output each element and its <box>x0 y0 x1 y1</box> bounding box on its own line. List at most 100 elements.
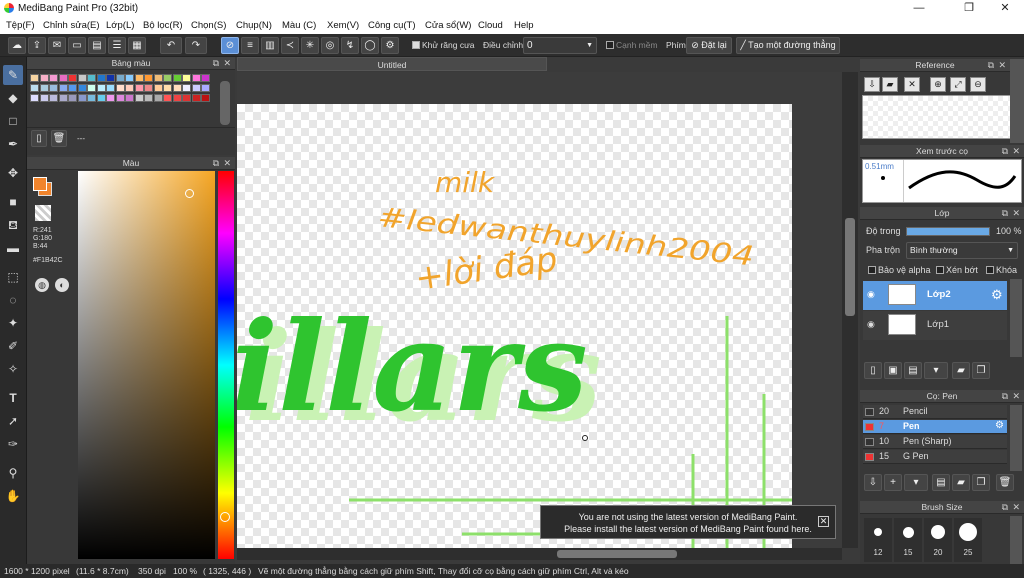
close-icon[interactable]: ✕ <box>1012 501 1020 514</box>
brush-tool-icon[interactable]: ✎ <box>3 65 23 85</box>
color-swatch[interactable] <box>172 74 182 82</box>
sv-cursor[interactable] <box>185 189 194 198</box>
undo-icon[interactable]: ↶ <box>160 37 182 54</box>
select-rect-icon[interactable]: ⬚ <box>3 267 23 287</box>
new-8bit-layer-icon[interactable]: ▤ <box>904 362 922 379</box>
close-icon[interactable]: ✕ <box>1012 145 1020 158</box>
protect-alpha-checkbox[interactable]: Bảo vệ alpha <box>868 263 931 277</box>
color-swatch[interactable] <box>115 84 125 92</box>
update-notice[interactable]: You are not using the latest version of … <box>540 505 836 539</box>
eye-icon[interactable]: ◉ <box>867 319 875 330</box>
color-swatch[interactable] <box>58 94 68 102</box>
new-layer-icon[interactable]: ▯ <box>864 362 882 379</box>
redo-icon[interactable]: ↷ <box>185 37 207 54</box>
color-swatch[interactable] <box>172 94 182 102</box>
color-swatch[interactable] <box>30 84 39 92</box>
menu-window[interactable]: Cửa sổ(W) <box>425 20 471 31</box>
snap-curve-icon[interactable]: ↯ <box>341 37 359 54</box>
color-swatch[interactable] <box>182 84 191 92</box>
reference-preview[interactable] <box>862 95 1022 139</box>
trash-icon[interactable]: 🗑 <box>51 130 67 147</box>
folder-icon[interactable]: ▰ <box>882 77 898 92</box>
layer-row-selected[interactable]: ◉ Lớp2 ⚙ <box>863 281 1007 310</box>
zoom-out-icon[interactable]: ⊖ <box>970 77 986 92</box>
menu-cloud[interactable]: Cloud <box>478 20 503 31</box>
color-swatch[interactable] <box>153 94 163 102</box>
color-swatch[interactable] <box>191 94 201 102</box>
gear-icon[interactable]: ⚙ <box>995 420 1004 431</box>
smooth-edge-checkbox[interactable]: Cạnh mềm <box>606 40 658 50</box>
brush-size-option[interactable]: 20 <box>924 518 952 562</box>
menu-color[interactable]: Màu (C) <box>282 20 316 31</box>
menu-help[interactable]: Help <box>514 20 534 31</box>
close-icon[interactable]: ✕ <box>998 59 1006 72</box>
color-swatch[interactable] <box>77 74 87 82</box>
transparent-color-swatch[interactable] <box>35 205 51 221</box>
color-swatch[interactable] <box>163 84 172 92</box>
cloud-icon[interactable]: ☁ <box>8 37 26 54</box>
brush-size-option[interactable]: 15 <box>894 518 922 562</box>
operation-tool-icon[interactable]: ➚ <box>3 411 23 431</box>
snap-vanish-icon[interactable]: ≺ <box>281 37 299 54</box>
straight-line-button[interactable]: ╱ Tạo một đường thẳng <box>736 37 840 54</box>
color-swatch[interactable] <box>49 84 58 92</box>
menu-view[interactable]: Xem(V) <box>327 20 359 31</box>
color-swatch[interactable] <box>96 74 106 82</box>
brush-settings-icon[interactable]: ▤ <box>932 474 950 491</box>
document-icon[interactable]: ▤ <box>88 37 106 54</box>
horizontal-scrollbar[interactable] <box>237 548 842 560</box>
undock-icon[interactable]: ⧉ <box>213 157 219 170</box>
color-swatch[interactable] <box>115 74 125 82</box>
brush-row[interactable]: 7 Pen ⚙ <box>863 420 1007 434</box>
color-swatch[interactable] <box>182 74 191 82</box>
opacity-slider[interactable] <box>906 227 990 236</box>
comment-icon[interactable]: ✉ <box>48 37 66 54</box>
close-icon[interactable]: ✕ <box>223 57 231 70</box>
close-button[interactable]: ✕ <box>990 0 1020 17</box>
color-swatch[interactable] <box>115 94 125 102</box>
rectangle-tool-icon[interactable]: □ <box>3 111 23 131</box>
brush-row[interactable]: 20 Pencil <box>863 405 1007 419</box>
page-icon[interactable]: ▭ <box>68 37 86 54</box>
divide-tool-icon[interactable]: ✑ <box>3 434 23 454</box>
undock-icon[interactable]: ⧉ <box>1002 501 1008 514</box>
snap-circle-icon[interactable]: ◎ <box>321 37 339 54</box>
fit-icon[interactable]: ⤢ <box>950 77 966 92</box>
color-swatch[interactable] <box>163 74 172 82</box>
undock-icon[interactable]: ⧉ <box>213 57 219 70</box>
palette-icon[interactable]: ◍ <box>35 278 49 292</box>
color-swatch[interactable] <box>125 84 134 92</box>
undock-icon[interactable]: ⧉ <box>988 59 994 72</box>
color-swatch[interactable] <box>163 94 172 102</box>
menu-file[interactable]: Tệp(F) <box>6 20 35 31</box>
color-swatch[interactable] <box>106 84 115 92</box>
color-swatch[interactable] <box>49 94 58 102</box>
minimize-button[interactable]: — <box>904 0 934 17</box>
color-swatch[interactable] <box>96 84 106 92</box>
color-swatch[interactable] <box>87 74 96 82</box>
trash-icon[interactable]: 🗑 <box>996 474 1014 491</box>
add-brush-menu-icon[interactable]: ▾ <box>904 474 928 491</box>
menu-edit[interactable]: Chỉnh sửa(E) <box>43 20 100 31</box>
duplicate-icon[interactable]: ❐ <box>972 474 990 491</box>
canvas-area[interactable]: illars illars milk #ledwanthuylinh2004 +… <box>237 72 842 548</box>
vertical-scroll-thumb[interactable] <box>845 218 855 316</box>
close-icon[interactable]: ✕ <box>223 157 231 170</box>
add-brush-icon[interactable]: + <box>884 474 902 491</box>
gear-icon[interactable]: ⚙ <box>991 287 1003 303</box>
move-tool-icon[interactable]: ✥ <box>3 163 23 183</box>
close-icon[interactable]: ✕ <box>1012 390 1020 403</box>
anti-alias-checkbox[interactable]: Khử răng cưa <box>412 40 475 50</box>
color-swatch[interactable] <box>172 84 182 92</box>
undock-icon[interactable]: ⧉ <box>1002 207 1008 220</box>
color-swatch[interactable] <box>39 94 49 102</box>
color-swatch[interactable] <box>39 84 49 92</box>
cloud-download-icon[interactable]: ⇩ <box>864 77 880 92</box>
color-swatch[interactable] <box>77 94 87 102</box>
color-swatch[interactable] <box>77 84 87 92</box>
color-swatch[interactable] <box>87 94 96 102</box>
color-swatch[interactable] <box>201 94 210 102</box>
document-canvas[interactable]: illars illars milk #ledwanthuylinh2004 +… <box>237 104 792 548</box>
color-swatch[interactable] <box>191 74 201 82</box>
layer-row[interactable]: ◉ Lớp1 <box>863 311 1007 340</box>
